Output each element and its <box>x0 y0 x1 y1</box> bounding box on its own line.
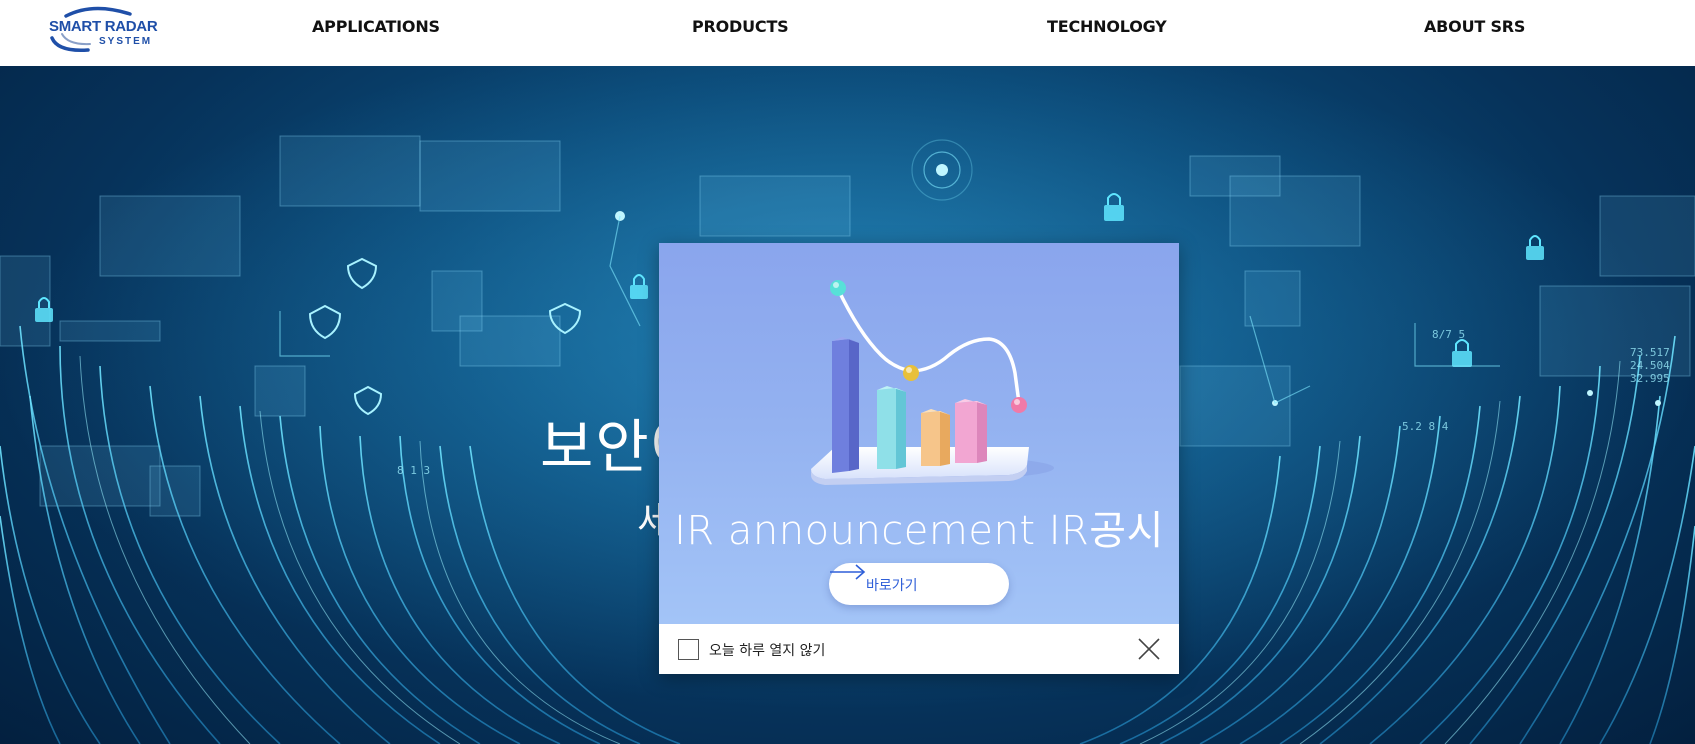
bar-blue <box>832 337 859 473</box>
bar-pink <box>955 399 987 463</box>
svg-text:8/7 5: 8/7 5 <box>1432 328 1465 341</box>
go-button[interactable]: 바로가기 <box>829 563 1009 605</box>
smart-radar-logo[interactable]: SMART RADAR SYSTEM <box>48 4 158 54</box>
bar-cyan <box>877 386 906 469</box>
svg-text:73.517: 73.517 <box>1630 346 1670 359</box>
arrow-right-icon <box>830 564 866 580</box>
go-button-label: 바로가기 <box>866 578 918 594</box>
dont-show-today-checkbox[interactable] <box>678 639 699 660</box>
nav-about-srs[interactable]: ABOUT SRS <box>1424 17 1525 36</box>
nav-technology[interactable]: TECHNOLOGY <box>1047 17 1167 36</box>
logo-subtext: SYSTEM <box>99 36 153 47</box>
popup-title: IR announcement IR공시 <box>674 508 1164 554</box>
lock-icon <box>1526 246 1544 260</box>
lock-icon <box>35 308 53 322</box>
close-icon[interactable] <box>1137 637 1161 661</box>
svg-text:32.995: 32.995 <box>1630 372 1670 385</box>
nav-applications[interactable]: APPLICATIONS <box>312 17 440 36</box>
site-header: SMART RADAR SYSTEM APPLICATIONS PRODUCTS… <box>0 0 1695 66</box>
svg-text:24.504: 24.504 <box>1630 359 1670 372</box>
nav-products[interactable]: PRODUCTS <box>692 17 789 36</box>
logo-text: SMART RADAR <box>49 18 158 35</box>
lock-icon <box>1104 205 1124 221</box>
dont-show-today-label[interactable]: 오늘 하루 열지 않기 <box>709 640 825 660</box>
bar-orange <box>921 409 950 466</box>
lock-icon <box>630 285 648 299</box>
ir-announcement-popup: IR announcement IR공시 바로가기 오늘 하루 열지 않기 <box>659 243 1179 674</box>
popup-footer: 오늘 하루 열지 않기 <box>659 624 1179 674</box>
lock-icon <box>1452 351 1472 367</box>
popup-banner[interactable]: IR announcement IR공시 바로가기 <box>659 243 1179 624</box>
